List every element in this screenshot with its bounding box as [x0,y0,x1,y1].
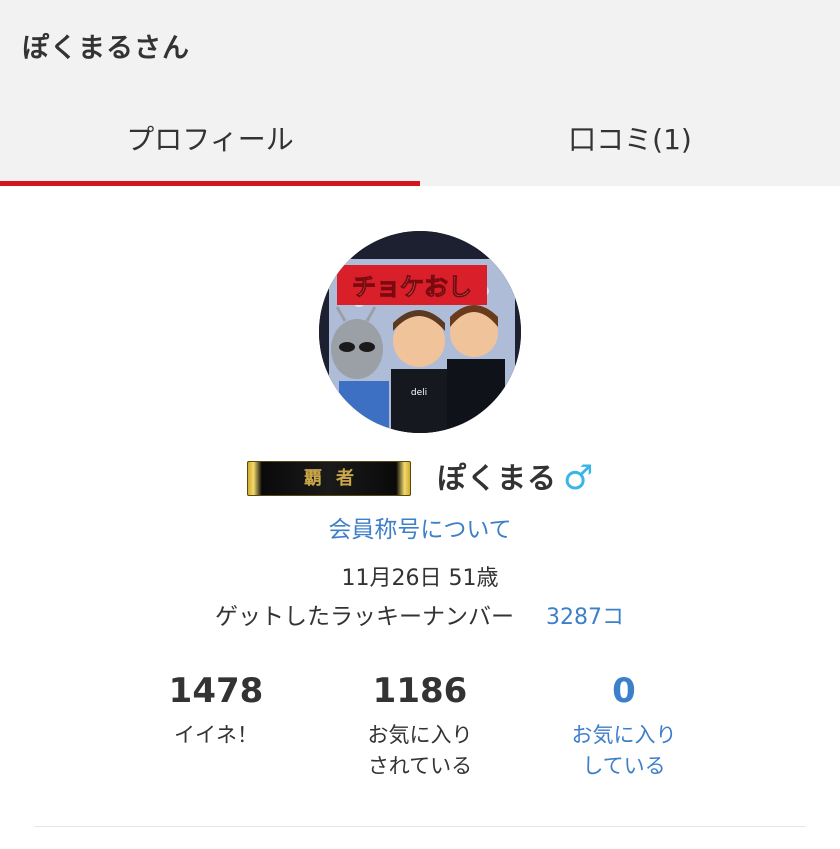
divider [34,826,806,827]
stat-likes-label: イイネ！ [126,720,306,751]
avatar: チョケおし deli [319,231,521,433]
svg-text:deli: deli [411,388,427,398]
stat-favoriting-label-line2[interactable]: している [534,751,714,782]
lucky-number-label: ゲットしたラッキーナンバー [215,604,514,630]
stat-favorited-label: お気に入り されている [330,720,510,782]
stat-likes-label-line1: イイネ！ [174,723,258,747]
profile-page: ぽくまるさん プロフィール 口コミ(1) チョケおし deli 覇者 ぽくまる … [0,0,840,849]
tab-profile[interactable]: プロフィール [0,96,420,186]
tab-reviews[interactable]: 口コミ(1) [420,96,840,186]
username: ぽくまる [437,461,558,495]
birthday-age: 11月26日 51歳 [341,566,499,591]
stat-likes-value: 1478 [168,671,264,711]
lucky-number-count[interactable]: 3287コ [546,599,624,631]
stat-favoriting-label-line1[interactable]: お気に入り [534,720,714,751]
tab-reviews-label: 口コミ(1) [568,123,692,156]
stat-favoriting-label[interactable]: お気に入り している [534,720,714,782]
stat-favoriting[interactable]: 0 お気に入り している [534,668,714,782]
male-symbol-icon: ♂ [563,458,594,498]
stat-favorited-label-line1: お気に入り [367,723,473,747]
page-title: ぽくまるさん [22,33,190,64]
header: ぽくまるさん プロフィール 口コミ(1) [0,0,840,186]
stat-favorited: 1186 お気に入り されている [330,668,510,782]
member-title-badge: 覇者 [247,461,411,496]
member-title-info-link[interactable]: 会員称号について [0,510,840,544]
avatar-banner-text: チョケおし [352,273,472,301]
active-tab-indicator [0,181,420,186]
stat-likes: 1478 イイネ！ [126,668,306,751]
stat-favorited-label-line2: されている [367,754,473,778]
tab-profile-label: プロフィール [126,123,294,156]
stat-favorited-value: 1186 [372,671,468,711]
stat-favoriting-value[interactable]: 0 [534,668,714,714]
